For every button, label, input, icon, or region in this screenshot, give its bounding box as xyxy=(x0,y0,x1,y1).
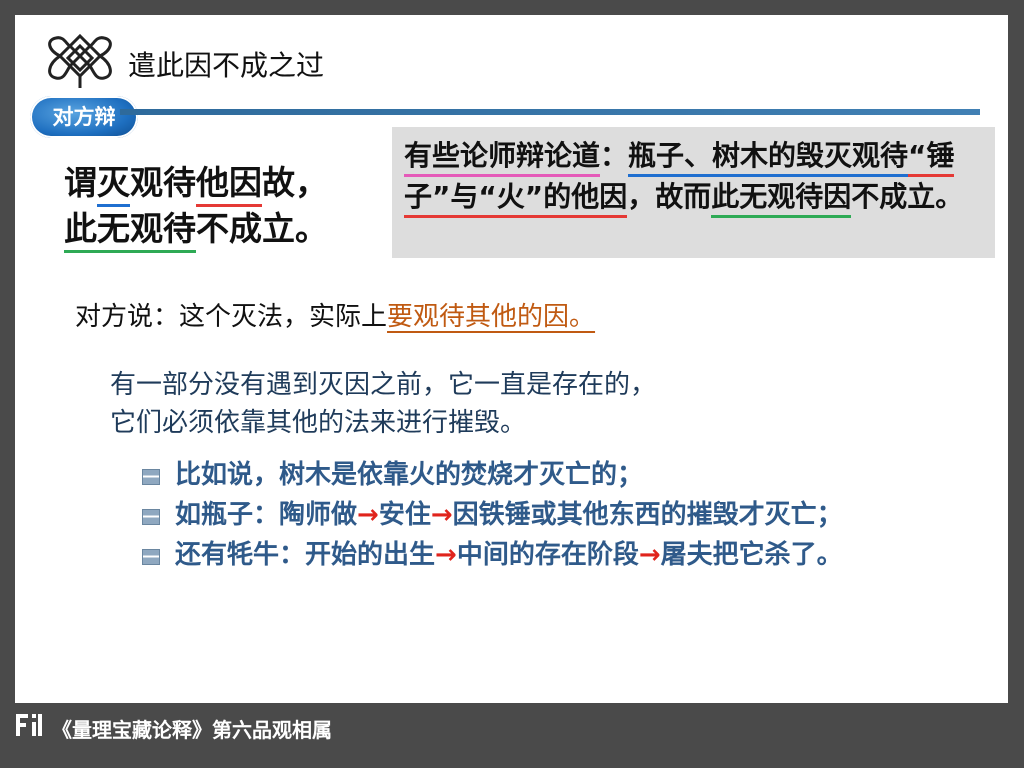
list-item-text: 如瓶子：陶师做 xyxy=(175,500,358,530)
opponent-speech: 对方说：这个灭法，实际上要观待其他的因。 xyxy=(75,296,595,333)
claim-text: 谓灭观待他因故， 此无观待不成立。 xyxy=(64,160,364,253)
list-item-text: 安住 xyxy=(378,500,431,530)
bullet-icon xyxy=(142,469,160,485)
argument-part: 此无观待因 xyxy=(711,180,852,218)
list-item-text: 中间的存在阶段 xyxy=(456,540,639,570)
slide-title: 遣此因不成之过 xyxy=(128,49,325,82)
list-item: 如瓶子：陶师做→安住→因铁锤或其他东西的摧毁才灭亡； xyxy=(142,496,872,534)
footer-logo-icon xyxy=(16,714,42,736)
slide-canvas xyxy=(15,15,1008,703)
speech-label: 对方说： xyxy=(75,302,180,332)
argument-part: 不成立。 xyxy=(851,180,964,213)
list-item-text: 因铁锤或其他东西的摧毁才灭亡； xyxy=(452,500,843,530)
claim-word-underlined: 他因 xyxy=(196,163,262,207)
example-list: 比如说，树木是依靠火的焚烧才灭亡的； 如瓶子：陶师做→安住→因铁锤或其他东西的摧… xyxy=(142,456,872,576)
arrow-right-icon: → xyxy=(638,540,661,570)
claim-word-underlined: 灭 xyxy=(97,163,130,207)
argument-part: 瓶子、树木的毁灭观待 xyxy=(628,139,909,177)
explanation-line-1: 有一部分没有遇到灭因之前，它一直是存在的， xyxy=(110,370,657,400)
bullet-icon xyxy=(142,509,160,525)
speech-highlight: 要观待其他的因。 xyxy=(387,302,596,332)
arrow-right-icon: → xyxy=(435,540,457,570)
explanation-text: 有一部分没有遇到灭因之前，它一直是存在的， 它们必须依靠其他的法来进行摧毁。 xyxy=(110,366,930,442)
opponent-argument-box: 有些论师辩论道：瓶子、树木的毁灭观待“锤子”与“火”的他因，故而此无观待因不成立… xyxy=(392,127,995,258)
claim-word-underlined: 此无观待 xyxy=(64,209,196,253)
title-divider xyxy=(120,109,980,115)
list-item-text: 还有牦牛：开始的出生 xyxy=(175,540,436,570)
opponent-badge: 对方辩 xyxy=(30,96,138,138)
endless-knot-icon xyxy=(48,33,112,88)
claim-line-1: 谓灭观待他因故， xyxy=(64,160,364,207)
explanation-line-2: 它们必须依靠其他的法来进行摧毁。 xyxy=(110,408,527,438)
claim-word: 故， xyxy=(262,163,328,202)
claim-word: 谓 xyxy=(64,163,97,202)
arrow-right-icon: → xyxy=(430,500,453,530)
footer-title: 《量理宝藏论释》第六品观相属 xyxy=(52,718,332,742)
list-item: 还有牦牛：开始的出生→中间的存在阶段→屠夫把它杀了。 xyxy=(142,536,872,574)
claim-line-2: 此无观待不成立。 xyxy=(64,206,364,253)
argument-part: 有些论师辩论道 xyxy=(404,139,601,177)
speech-text: 这个灭法，实际上 xyxy=(179,302,388,332)
list-item-text: 比如说，树木是依靠火的焚烧才灭亡的； xyxy=(175,460,644,490)
claim-word: 不成立。 xyxy=(196,209,328,248)
claim-word: 观待 xyxy=(130,163,196,202)
argument-part: ： xyxy=(600,139,629,172)
list-item: 比如说，树木是依靠火的焚烧才灭亡的； xyxy=(142,456,872,494)
arrow-right-icon: → xyxy=(357,500,379,530)
argument-part: ，故而 xyxy=(627,180,712,213)
bullet-icon xyxy=(142,549,160,565)
list-item-text: 屠夫把它杀了。 xyxy=(660,540,843,570)
